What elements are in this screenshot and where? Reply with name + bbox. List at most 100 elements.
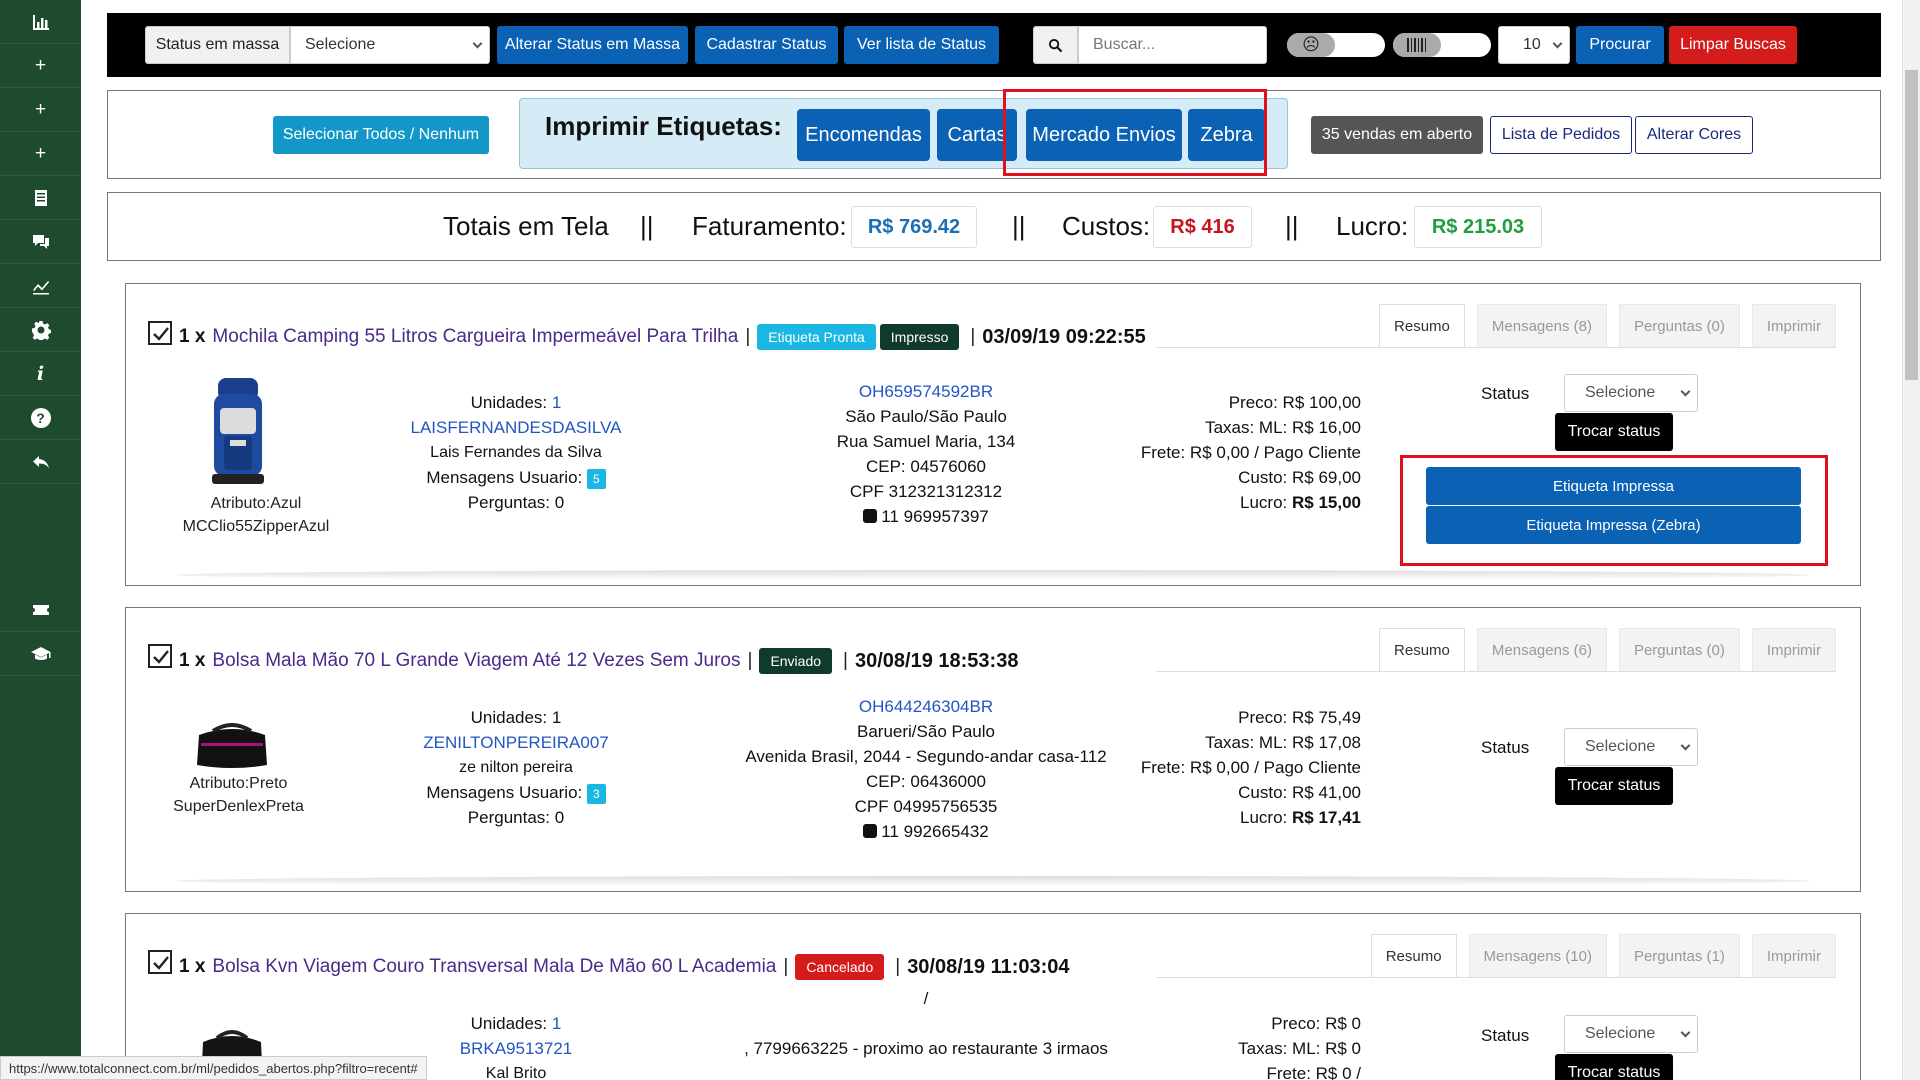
sidebar-item-documents[interactable] (0, 176, 81, 220)
costs-label: Custos: (1062, 211, 1151, 241)
order-title-line: 1 x Mochila Camping 55 Litros Cargueira … (179, 324, 1146, 350)
messages-count-badge[interactable]: 5 (586, 468, 606, 489)
plus-icon: + (34, 98, 47, 120)
frown-icon: ☹ (1287, 33, 1335, 57)
status-badge: Cancelado (795, 954, 885, 980)
tab-print[interactable]: Imprimir (1751, 628, 1836, 672)
product-link[interactable]: Bolsa Mala Mão 70 L Grande Viagem Até 12… (212, 650, 740, 672)
order-checkbox[interactable] (148, 321, 172, 345)
search-button[interactable]: Procurar (1576, 26, 1664, 64)
search-icon (1048, 38, 1063, 52)
frown-toggle[interactable]: ☹ (1287, 33, 1385, 57)
open-sales-button[interactable]: 35 vendas em aberto (1311, 116, 1483, 154)
shipping-cost: Frete: R$ 0,00 / Pago Cliente (1140, 443, 1361, 462)
sidebar-item-reports[interactable] (0, 264, 81, 308)
tab-messages[interactable]: Mensagens (10) (1468, 934, 1607, 978)
ticket-icon (32, 604, 49, 615)
tracking-code-link[interactable]: OH659574592BR (726, 379, 1126, 404)
sidebar-item-help[interactable]: ? (0, 396, 81, 440)
search-input[interactable]: Buscar... (1078, 26, 1267, 64)
order-date: 30/08/19 11:03:04 (907, 955, 1070, 978)
graduation-cap-icon (30, 646, 50, 660)
scrollbar-thumb[interactable] (1905, 70, 1918, 380)
info-icon: i (36, 362, 45, 385)
order-tabs: Resumo Mensagens (8) Perguntas (0) Impri… (1367, 304, 1836, 348)
product-image[interactable] (202, 374, 274, 490)
barcode-icon (1393, 33, 1441, 57)
select-all-button[interactable]: Selecionar Todos / Nenhum (273, 116, 489, 154)
product-image[interactable] (193, 721, 271, 771)
buyer-column: Unidades: 1 ZENILTONPEREIRA007 ze nilton… (366, 705, 666, 830)
tab-summary[interactable]: Resumo (1370, 934, 1457, 978)
totals-separator: || (640, 211, 654, 241)
financial-column: Preco: R$ 100,00 Taxas: ML: R$ 16,00 Fre… (1106, 390, 1361, 515)
order-status-select[interactable]: Selecione (1564, 728, 1698, 766)
order-list-button[interactable]: Lista de Pedidos (1490, 116, 1632, 154)
product-attributes: Atributo:Azul MCClio55ZipperAzul (176, 492, 336, 538)
revenue-value: R$ 769.42 (851, 206, 977, 248)
order-checkbox[interactable] (148, 950, 172, 974)
user-messages-row: Mensagens Usuario: 3 (366, 780, 666, 805)
buyer-column: Unidades: 1 LAISFERNANDESDASILVA Lais Fe… (366, 390, 666, 515)
user-messages-row: Mensagens Usuario: 5 (366, 465, 666, 490)
tab-print[interactable]: Imprimir (1751, 304, 1836, 348)
sidebar-item-info[interactable]: i (0, 352, 81, 396)
tab-questions[interactable]: Perguntas (0) (1618, 628, 1740, 672)
sidebar-item-add-3[interactable]: + (0, 132, 81, 176)
sidebar-item-courses[interactable] (0, 632, 81, 676)
price: Preco: R$ 0 (1271, 1014, 1361, 1033)
messages-count-badge[interactable]: 3 (586, 783, 606, 804)
tab-summary[interactable]: Resumo (1379, 628, 1465, 672)
profit-amount: R$ 15,00 (1292, 493, 1361, 512)
page-size-select[interactable]: 10 (1498, 26, 1570, 64)
tab-print[interactable]: Imprimir (1751, 934, 1836, 978)
tab-messages[interactable]: Mensagens (8) (1476, 304, 1607, 348)
page-scrollbar[interactable] (1902, 0, 1920, 1080)
sidebar-item-add-2[interactable]: + (0, 88, 81, 132)
attribute-color: Atributo:Azul (210, 495, 302, 512)
sidebar-item-settings[interactable] (0, 308, 81, 352)
change-status-button[interactable]: Trocar status (1555, 413, 1673, 451)
search-icon-addon (1033, 26, 1078, 64)
shipping-city: São Paulo/São Paulo (845, 407, 1007, 426)
register-status-button[interactable]: Cadastrar Status (695, 26, 838, 64)
clear-search-button[interactable]: Limpar Buscas (1669, 26, 1797, 64)
order-status-select[interactable]: Selecione (1564, 1015, 1698, 1053)
order-title-line: 1 x Bolsa Kvn Viagem Couro Transversal M… (179, 954, 1070, 980)
tab-messages[interactable]: Mensagens (6) (1476, 628, 1607, 672)
product-link[interactable]: Mochila Camping 55 Litros Cargueira Impe… (212, 326, 738, 348)
order-status-select[interactable]: Selecione (1564, 374, 1698, 412)
sidebar-item-tickets[interactable] (0, 588, 81, 632)
change-status-button[interactable]: Trocar status (1555, 767, 1673, 805)
buyer-nickname-link[interactable]: ZENILTONPEREIRA007 (366, 730, 666, 755)
buyer-phone: 11 992665432 (881, 822, 989, 841)
sidebar-item-back[interactable] (0, 440, 81, 484)
product-link[interactable]: Bolsa Kvn Viagem Couro Transversal Mala … (212, 956, 776, 978)
sidebar-item-messages[interactable] (0, 220, 81, 264)
change-status-button[interactable]: Trocar status (1555, 1054, 1673, 1080)
buyer-name: ze nilton pereira (459, 759, 573, 776)
status-mass-select[interactable]: Selecione (290, 26, 490, 64)
alter-status-mass-button[interactable]: Alterar Status em Massa (497, 26, 688, 64)
tracking-code-link[interactable]: OH644246304BR (726, 694, 1126, 719)
buyer-nickname-link[interactable]: LAISFERNANDESDASILVA (366, 415, 666, 440)
browser-status-url: https://www.totalconnect.com.br/ml/pedid… (0, 1056, 427, 1080)
view-status-list-button[interactable]: Ver lista de Status (844, 26, 999, 64)
buyer-cpf: CPF 04995756535 (854, 797, 998, 816)
print-encomendas-button[interactable]: Encomendas (797, 109, 930, 161)
product-attributes: Atributo:Preto SuperDenlexPreta (166, 772, 311, 818)
barcode-toggle[interactable] (1393, 33, 1491, 57)
units-value: 1 (551, 393, 562, 412)
tab-questions[interactable]: Perguntas (0) (1618, 304, 1740, 348)
sidebar-item-add-1[interactable]: + (0, 44, 81, 88)
sidebar-item-dashboard[interactable] (0, 0, 81, 44)
questions-count: Perguntas: 0 (467, 493, 565, 512)
alter-colors-button[interactable]: Alterar Cores (1635, 116, 1753, 154)
buyer-phone: 11 969957397 (881, 507, 989, 526)
chevron-down-icon (472, 38, 483, 49)
order-checkbox[interactable] (148, 644, 172, 668)
tab-questions[interactable]: Perguntas (1) (1618, 934, 1740, 978)
status-label: Status (1481, 384, 1530, 403)
tab-summary[interactable]: Resumo (1379, 304, 1465, 348)
units-row: Unidades: 1 (470, 393, 562, 412)
